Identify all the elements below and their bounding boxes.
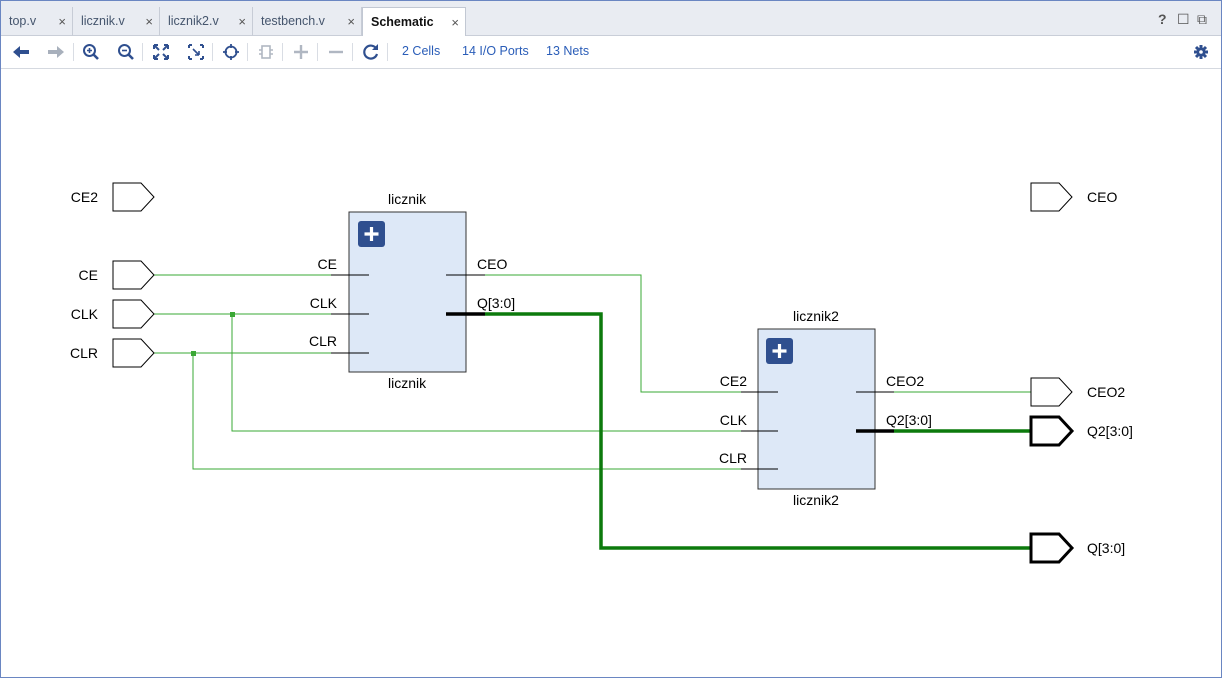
schematic-drawing [112, 182, 1075, 564]
tab-label: Schematic [371, 15, 434, 29]
schematic-canvas[interactable]: CE2 CE CLK CLR CEO CEO2 Q2[3:0] Q[3:0] l… [1, 69, 1221, 677]
zoom-in-icon[interactable] [79, 41, 103, 63]
pin-label-q: Q[3:0] [477, 295, 516, 311]
input-port-clk [112, 299, 155, 329]
nets-link[interactable]: 13 Nets [546, 44, 589, 58]
pin-label-clr: CLR [718, 450, 747, 466]
input-port-clr [112, 338, 155, 368]
collapse-icon [254, 41, 278, 63]
port-label-ce: CE [78, 267, 98, 283]
toolbar-separator [317, 43, 318, 61]
tab-schematic[interactable]: Schematic × [362, 7, 466, 37]
output-port-ceo [1030, 182, 1073, 212]
output-port-q2 [1029, 415, 1075, 447]
tab-label: testbench.v [261, 14, 325, 28]
back-arrow-icon[interactable] [9, 41, 33, 63]
settings-gear-icon[interactable] [1189, 41, 1213, 63]
pin-label-clr: CLR [308, 333, 337, 349]
tab-licznik2-v[interactable]: licznik2.v × [160, 7, 253, 36]
expand-cell-button [358, 221, 385, 247]
schematic-window: top.v × licznik.v × licznik2.v × testben… [0, 0, 1222, 678]
input-port-ce [112, 260, 155, 290]
zoom-area-icon[interactable] [184, 41, 208, 63]
zoom-fit-icon[interactable] [149, 41, 173, 63]
port-label-ceo2: CEO2 [1087, 384, 1126, 400]
io-ports-link[interactable]: 14 I/O Ports [462, 44, 529, 58]
pin-label-clk: CLK [719, 412, 747, 428]
port-label-q2: Q2[3:0] [1087, 423, 1133, 439]
toolbar-separator [387, 43, 388, 61]
port-label-clr: CLR [69, 345, 98, 361]
zoom-out-icon[interactable] [114, 41, 138, 63]
pin-label-ce: CE [317, 256, 337, 272]
refresh-icon[interactable] [359, 41, 383, 63]
toolbar-separator [73, 43, 74, 61]
cell-licznik2-name-top[interactable]: licznik2 [793, 308, 839, 324]
collapse-minus-icon [324, 41, 348, 63]
float-window-icon[interactable]: ⧉ [1197, 11, 1207, 28]
net-clk-to-licznik2 [231, 314, 778, 432]
output-port-q [1029, 532, 1075, 564]
close-icon[interactable]: × [238, 7, 246, 36]
pin-label-q2: Q2[3:0] [886, 412, 932, 428]
close-icon[interactable]: × [347, 7, 355, 36]
close-icon[interactable]: × [58, 7, 66, 36]
tab-label: licznik.v [81, 14, 125, 28]
crosshair-icon[interactable] [219, 41, 243, 63]
tab-top-v[interactable]: top.v × [1, 7, 73, 36]
restore-icon[interactable]: ☐ [1177, 11, 1190, 28]
close-icon[interactable]: × [451, 8, 459, 37]
toolbar-separator [282, 43, 283, 61]
port-label-q: Q[3:0] [1087, 540, 1126, 556]
port-label-clk: CLK [70, 306, 98, 322]
tab-licznik-v[interactable]: licznik.v × [73, 7, 160, 36]
toolbar-separator [212, 43, 213, 61]
tab-label: top.v [9, 14, 37, 28]
toolbar-separator [247, 43, 248, 61]
expand-cell-button [766, 338, 793, 364]
tab-label: licznik2.v [168, 14, 219, 28]
forward-arrow-icon [44, 41, 68, 63]
net-junction-dot [191, 351, 196, 356]
input-port-ce2 [112, 182, 155, 212]
schematic-toolbar: 2 Cells 14 I/O Ports 13 Nets [1, 36, 1221, 69]
help-icon[interactable]: ? [1158, 11, 1167, 27]
pin-label-clk: CLK [309, 295, 337, 311]
cell-licznik-name-bottom: licznik [388, 375, 427, 391]
output-port-ceo2 [1030, 377, 1073, 407]
net-junction-dot [230, 312, 235, 317]
pin-label-ceo2: CEO2 [886, 373, 925, 389]
tab-bar: top.v × licznik.v × licznik2.v × testben… [1, 1, 1221, 37]
toolbar-separator [142, 43, 143, 61]
expand-plus-icon [289, 41, 313, 63]
cell-licznik-name-top[interactable]: licznik [388, 191, 426, 207]
cells-link[interactable]: 2 Cells [402, 44, 440, 58]
port-label-ceo: CEO [1087, 189, 1118, 205]
port-label-ce2: CE2 [70, 189, 98, 205]
tab-testbench-v[interactable]: testbench.v × [253, 7, 362, 36]
toolbar-separator [352, 43, 353, 61]
pin-label-ceo: CEO [477, 256, 508, 272]
net-clr-to-licznik2 [192, 353, 778, 470]
pin-label-ce2: CE2 [719, 373, 747, 389]
cell-licznik2-name-bottom: licznik2 [793, 492, 839, 508]
close-icon[interactable]: × [145, 7, 153, 36]
